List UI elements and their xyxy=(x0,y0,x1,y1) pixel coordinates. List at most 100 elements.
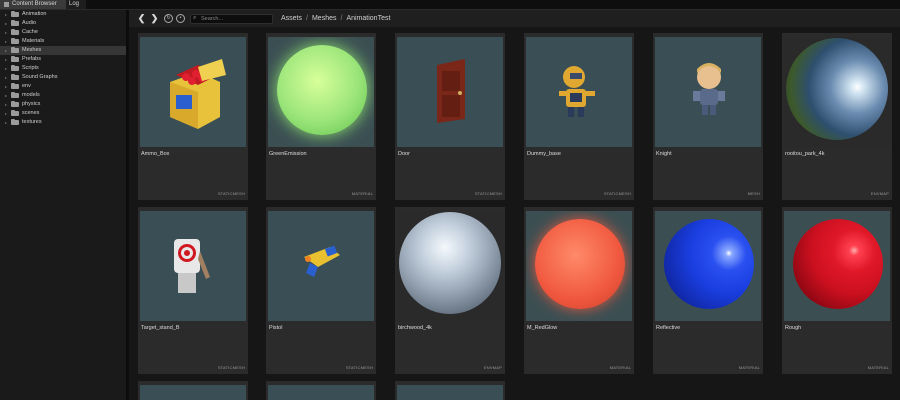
asset-card-reflective[interactable]: Reflective MATERIAL xyxy=(653,207,763,374)
asset-card[interactable] xyxy=(266,381,376,400)
asset-name: GreenEmission xyxy=(269,151,307,157)
folder-icon xyxy=(11,38,19,44)
tree-item-cache[interactable]: ▸ Cache xyxy=(0,28,126,37)
asset-card-m-redglow[interactable]: M_RedGlow MATERIAL xyxy=(524,207,634,374)
tree-item-label: models xyxy=(22,92,40,98)
asset-name: Reflective xyxy=(656,325,681,331)
folder-icon xyxy=(11,83,19,89)
dummy-icon xyxy=(559,66,595,117)
breadcrumb-separator: / xyxy=(340,15,343,22)
tree-item-animation[interactable]: ▸ Animation xyxy=(0,10,126,19)
asset-name: birchwood_4k xyxy=(398,325,432,331)
rough-thumbnail xyxy=(784,211,890,321)
tree-item-label: Materials xyxy=(22,38,45,44)
folder-icon xyxy=(11,65,19,71)
asset-card-ammo-box[interactable]: Ammo_Box STATICMESH xyxy=(138,33,248,200)
tree-item-env[interactable]: ▸ env xyxy=(0,82,126,91)
folder-icon xyxy=(4,2,9,7)
tree-item-label: scenes xyxy=(22,110,40,116)
asset-type: ENVMAP xyxy=(870,191,889,196)
tree-item-label: Meshes xyxy=(22,47,42,53)
ammo-box-thumbnail xyxy=(140,37,246,147)
breadcrumb-meshes[interactable]: Meshes xyxy=(312,15,337,22)
tree-item-scripts[interactable]: ▸ Scripts xyxy=(0,64,126,73)
tree-item-label: Sound Graphs xyxy=(22,74,58,80)
pistol-thumbnail xyxy=(268,211,374,321)
tree-item-audio[interactable]: ▸ Audio xyxy=(0,19,126,28)
tree-item-materials[interactable]: ▸ Materials xyxy=(0,37,126,46)
folder-icon xyxy=(11,47,19,53)
asset-card-birchwood[interactable]: birchwood_4k ENVMAP xyxy=(395,207,505,374)
asset-card-rough[interactable]: Rough MATERIAL xyxy=(782,207,892,374)
folder-icon xyxy=(11,20,19,26)
pistol-icon xyxy=(304,245,340,277)
asset-card-pistol[interactable]: Pistol STATICMESH xyxy=(266,207,376,374)
tree-item-label: textures xyxy=(22,119,42,125)
asset-type: MATERIAL xyxy=(609,365,631,370)
asset-thumbnail xyxy=(268,385,374,400)
tree-item-physics[interactable]: ▸ physics xyxy=(0,100,126,109)
m-redglow-thumbnail xyxy=(526,211,632,321)
tree-item-scenes[interactable]: ▸ scenes xyxy=(0,109,126,118)
asset-type: ENVMAP xyxy=(483,365,502,370)
tree-item-models[interactable]: ▸ models xyxy=(0,91,126,100)
red-glow-sphere-icon xyxy=(535,219,625,309)
asset-thumbnail xyxy=(397,385,503,400)
tab-label: Log xyxy=(69,1,80,7)
tree-item-label: Cache xyxy=(22,29,38,35)
asset-name: Dummy_base xyxy=(527,151,561,157)
tree-item-prefabs[interactable]: ▸ Prefabs xyxy=(0,55,126,64)
asset-card[interactable] xyxy=(395,381,505,400)
asset-name: M_RedGlow xyxy=(527,325,558,331)
breadcrumb-assets[interactable]: Assets xyxy=(281,15,302,22)
greenemission-thumbnail xyxy=(268,37,374,147)
tab-log[interactable]: Log xyxy=(66,0,86,9)
back-button[interactable]: ❮ xyxy=(137,14,146,23)
dummy-base-thumbnail xyxy=(526,37,632,147)
search-input[interactable] xyxy=(201,15,271,22)
tab-bar: Content Browser Log xyxy=(0,0,900,9)
ammo-box-icon xyxy=(170,59,226,129)
tree-item-label: Scripts xyxy=(22,65,39,71)
asset-card-target-stand[interactable]: Target_stand_B STATICMESH xyxy=(138,207,248,374)
tree-item-label: Animation xyxy=(22,11,47,17)
asset-name: Target_stand_B xyxy=(141,325,180,331)
tree-item-label: Prefabs xyxy=(22,56,41,62)
asset-name: Ammo_Box xyxy=(141,151,170,157)
asset-thumbnail xyxy=(140,385,246,400)
tree-item-label: env xyxy=(22,83,31,89)
settings-button[interactable]: • xyxy=(176,14,185,23)
forward-button[interactable]: ❯ xyxy=(150,14,159,23)
asset-type: STATICMESH xyxy=(474,191,502,196)
asset-card-rooitou-park[interactable]: rooitou_park_4k ENVMAP xyxy=(782,33,892,200)
asset-type: STATICMESH xyxy=(217,365,245,370)
knight-icon xyxy=(693,63,725,115)
asset-card-greenemission[interactable]: GreenEmission MATERIAL xyxy=(266,33,376,200)
asset-card-door[interactable]: Door STATICMESH xyxy=(395,33,505,200)
asset-type: STATICMESH xyxy=(603,191,631,196)
breadcrumb: Assets / Meshes / AnimationTest xyxy=(281,15,390,22)
search-box[interactable]: ⌕ xyxy=(190,13,273,24)
asset-card-knight[interactable]: Knight MESH xyxy=(653,33,763,200)
folder-icon xyxy=(11,29,19,35)
folder-icon xyxy=(11,74,19,80)
asset-type: STATICMESH xyxy=(345,365,373,370)
breadcrumb-animationtest[interactable]: AnimationTest xyxy=(346,15,390,22)
asset-type: MESH xyxy=(747,191,760,196)
tree-item-textures[interactable]: ▸ textures xyxy=(0,118,126,127)
asset-type: MATERIAL xyxy=(738,365,760,370)
asset-card-dummy-base[interactable]: Dummy_base STATICMESH xyxy=(524,33,634,200)
env-sphere-icon xyxy=(786,38,888,140)
blue-sphere-icon xyxy=(664,219,754,309)
tab-content-browser[interactable]: Content Browser xyxy=(0,0,66,9)
folder-icon xyxy=(11,56,19,62)
folder-icon xyxy=(11,92,19,98)
asset-name: Door xyxy=(398,151,410,157)
asset-name: rooitou_park_4k xyxy=(785,151,825,157)
refresh-button[interactable]: ↻ xyxy=(164,14,173,23)
asset-card[interactable] xyxy=(138,381,248,400)
tree-item-meshes[interactable]: ▸ Meshes xyxy=(0,46,126,55)
target-stand-thumbnail xyxy=(140,211,246,321)
asset-grid: Ammo_Box STATICMESH GreenEmission MATERI… xyxy=(129,27,900,400)
tree-item-sound-graphs[interactable]: ▸ Sound Graphs xyxy=(0,73,126,82)
